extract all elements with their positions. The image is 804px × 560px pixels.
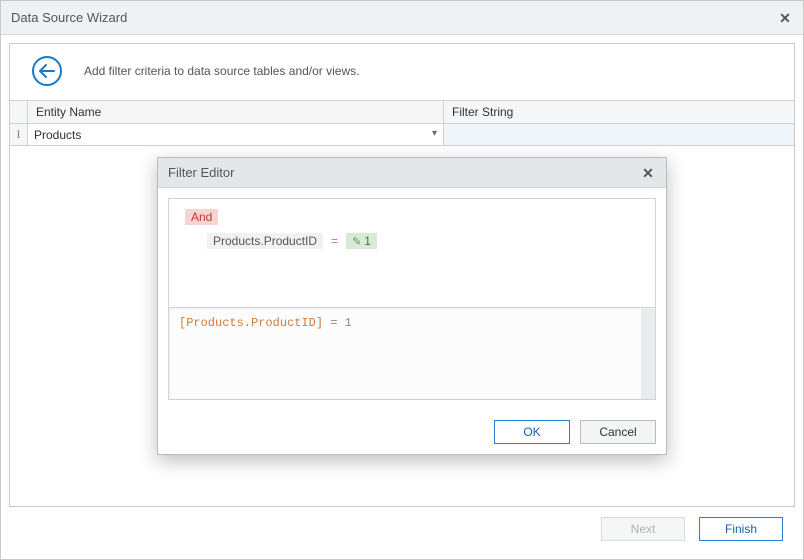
scrollbar[interactable] <box>641 309 655 399</box>
content-inner: Add filter criteria to data source table… <box>9 43 795 507</box>
close-icon: ✕ <box>779 10 791 27</box>
filter-editor-dialog: Filter Editor ✕ And Products.ProductID =… <box>157 157 667 455</box>
row-indicator: I <box>10 124 28 145</box>
dialog-titlebar: Filter Editor ✕ <box>158 158 666 188</box>
content-outer: Add filter criteria to data source table… <box>1 35 803 559</box>
arrow-left-icon <box>39 64 55 78</box>
criteria-field[interactable]: Products.ProductID <box>207 233 323 249</box>
pencil-icon: ✎ <box>352 235 361 248</box>
criteria-tree[interactable]: And Products.ProductID = ✎ 1 <box>168 198 656 308</box>
expression-wrap: [Products.ProductID] = 1 <box>168 308 656 400</box>
col-header-filter[interactable]: Filter String <box>444 101 794 123</box>
instruction-text: Add filter criteria to data source table… <box>84 64 359 78</box>
window-titlebar: Data Source Wizard ✕ <box>1 1 803 35</box>
expr-field: [Products.ProductID] <box>179 316 323 330</box>
entity-dropdown[interactable]: Products ▾ <box>28 124 444 145</box>
dialog-close-button[interactable]: ✕ <box>638 163 658 183</box>
dialog-body: And Products.ProductID = ✎ 1 [Products.P… <box>158 188 666 410</box>
next-button: Next <box>601 517 685 541</box>
chevron-down-icon: ▾ <box>432 128 437 139</box>
criteria-line: Products.ProductID = ✎ 1 <box>181 233 643 249</box>
expression-textarea[interactable]: [Products.ProductID] = 1 <box>168 308 656 400</box>
window-title: Data Source Wizard <box>11 10 127 25</box>
cancel-button[interactable]: Cancel <box>580 420 656 444</box>
grid-header-gutter <box>10 101 28 123</box>
criteria-value-text: 1 <box>364 234 371 248</box>
dialog-title: Filter Editor <box>168 165 234 180</box>
header-row: Add filter criteria to data source table… <box>10 44 794 100</box>
edit-cursor-icon: I <box>17 127 21 142</box>
ok-button[interactable]: OK <box>494 420 570 444</box>
group-operator[interactable]: And <box>185 209 218 225</box>
filter-string-cell[interactable] <box>444 124 794 145</box>
entity-value: Products <box>34 128 81 142</box>
wizard-footer: Next Finish <box>9 507 795 551</box>
back-button[interactable] <box>32 56 62 86</box>
criteria-operator[interactable]: = <box>329 234 340 248</box>
grid-row: I Products ▾ <box>10 124 794 146</box>
dialog-footer: OK Cancel <box>158 410 666 454</box>
col-header-entity[interactable]: Entity Name <box>28 101 444 123</box>
close-icon: ✕ <box>642 165 654 182</box>
finish-button[interactable]: Finish <box>699 517 783 541</box>
grid-header: Entity Name Filter String <box>10 100 794 124</box>
criteria-value[interactable]: ✎ 1 <box>346 233 377 249</box>
expr-rest: = 1 <box>323 316 352 330</box>
window-close-button[interactable]: ✕ <box>775 8 795 28</box>
wizard-window: Data Source Wizard ✕ Add filter criteria… <box>0 0 804 560</box>
